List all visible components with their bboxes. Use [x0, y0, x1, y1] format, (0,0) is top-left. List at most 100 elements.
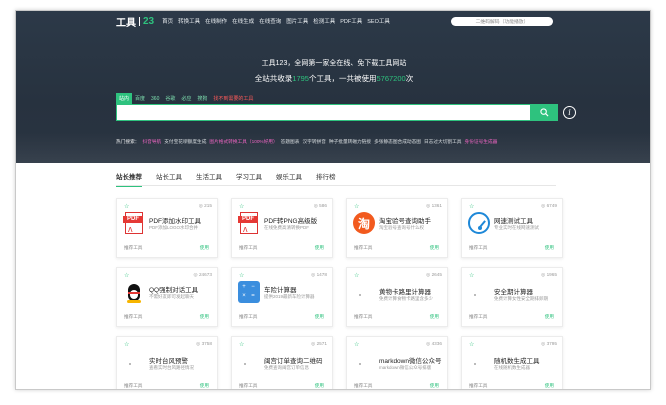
favorite-star-icon[interactable]: ☆: [354, 272, 359, 279]
logo-number: 23: [143, 15, 155, 27]
view-count-value: 1965: [546, 272, 557, 277]
use-button[interactable]: 使用: [315, 383, 324, 389]
use-button[interactable]: 使用: [430, 383, 439, 389]
tool-name[interactable]: 网速测试工具: [494, 215, 560, 225]
use-button[interactable]: 使用: [200, 314, 209, 320]
tool-card[interactable]: ☆ ◎ 3795 随机数生成工具 在线随机数生成器 推荐工具 使用: [461, 336, 563, 389]
nav-link-query[interactable]: 在线查询: [259, 17, 281, 25]
placeholder-icon: [474, 294, 476, 296]
favorite-star-icon[interactable]: ☆: [239, 341, 244, 348]
tool-card[interactable]: ☆ ◎ 6749 网速测试工具 专业实时在线网速测试 推荐工具 使用: [461, 198, 563, 258]
eye-icon: ◎: [193, 272, 198, 277]
tool-desc: 免费计算女性安全期排卵期: [494, 296, 548, 301]
tool-name[interactable]: QQ强制对话工具: [149, 284, 215, 294]
favorite-star-icon[interactable]: ☆: [469, 341, 474, 348]
tool-desc: 免费计算食物卡路里含多少: [379, 296, 433, 301]
hot-search-item[interactable]: 日志过大切割工具: [424, 139, 462, 145]
favorite-star-icon[interactable]: ☆: [239, 272, 244, 279]
view-count-value: 2645: [431, 272, 442, 277]
tool-card[interactable]: ☆ ◎ 3758 实时台风预警 查看实时台风路径情况 推荐工具 使用: [116, 336, 218, 389]
tool-foot: 推荐工具: [124, 314, 143, 319]
tool-name[interactable]: 实时台风预警: [149, 355, 215, 365]
nav-link-convert[interactable]: 转换工具: [178, 17, 200, 25]
use-button[interactable]: 使用: [545, 383, 554, 389]
info-icon[interactable]: i: [563, 106, 576, 119]
tool-name[interactable]: PDF添加水印工具: [149, 215, 215, 225]
favorite-star-icon[interactable]: ☆: [124, 203, 129, 210]
tool-name[interactable]: 安全期计算器: [494, 286, 560, 296]
main-search-input[interactable]: [116, 104, 546, 121]
nav-link-seo[interactable]: SEO工具: [367, 17, 390, 25]
hot-search-item[interactable]: 抖音导航: [142, 139, 161, 145]
tool-card[interactable]: ☆ ◎ 586 PDF ᴧ PDF转PNG高级版 在线免费高清转换PDF 推荐工具…: [231, 198, 333, 258]
tool-name[interactable]: markdown微信公众号: [379, 355, 445, 365]
search-tab-google[interactable]: 谷歌: [162, 93, 178, 104]
favorite-star-icon[interactable]: ☆: [469, 203, 474, 210]
tool-card[interactable]: ☆ ◎ 2571 闽宫订单查询二维码 免费查询闽宫订单信息 推荐工具 使用: [231, 336, 333, 389]
use-button[interactable]: 使用: [545, 314, 554, 320]
tool-desc: 在线免费高清转换PDF: [264, 225, 309, 230]
search-icon: [539, 108, 549, 117]
favorite-star-icon[interactable]: ☆: [469, 272, 474, 279]
use-button[interactable]: 使用: [430, 314, 439, 320]
search-tab-360[interactable]: 360: [148, 94, 162, 104]
search-tab-baidu[interactable]: 百度: [132, 93, 148, 104]
use-button[interactable]: 使用: [200, 245, 209, 251]
tool-name[interactable]: 闽宫订单查询二维码: [264, 355, 330, 365]
hot-search-item[interactable]: 多张静态图合成动态图: [374, 139, 421, 145]
search-tab-request[interactable]: 找不到需要的工具: [210, 93, 256, 104]
use-button[interactable]: 使用: [315, 314, 324, 320]
nav-link-home[interactable]: 首页: [162, 17, 173, 25]
tool-card[interactable]: ☆ ◎ 1478 + − × = 车险计算器 提供2019最新车险计算器 推荐工具 使…: [231, 267, 333, 327]
nav-link-make[interactable]: 在线制作: [205, 17, 227, 25]
hot-search-item[interactable]: 图片格式转换工具（100%好用）: [209, 139, 277, 145]
tool-desc: PDF添加LOGO水印合并: [149, 225, 199, 230]
category-divider: [116, 185, 556, 186]
placeholder-icon: [129, 363, 131, 365]
hot-search-item[interactable]: 答题图表: [281, 139, 300, 145]
view-count: ◎ 1478: [311, 272, 327, 278]
tool-foot: 推荐工具: [469, 314, 488, 319]
use-button[interactable]: 使用: [545, 245, 554, 251]
favorite-star-icon[interactable]: ☆: [354, 341, 359, 348]
hot-search-item[interactable]: 种子批量转磁力链接: [329, 139, 371, 145]
favorite-star-icon[interactable]: ☆: [124, 341, 129, 348]
tool-card[interactable]: ☆ ◎ 1965 安全期计算器 免费计算女性安全期排卵期 推荐工具 使用: [461, 267, 563, 327]
use-button[interactable]: 使用: [200, 383, 209, 389]
favorite-star-icon[interactable]: ☆: [354, 203, 359, 210]
tool-name[interactable]: PDF转PNG高级版: [264, 215, 330, 225]
hot-search-item[interactable]: 身份证号生成器: [465, 139, 498, 145]
nav-link-detect[interactable]: 检测工具: [313, 17, 335, 25]
favorite-star-icon[interactable]: ☆: [124, 272, 129, 279]
search-tab-site[interactable]: 站内: [116, 93, 133, 104]
nav-link-generate[interactable]: 在线生成: [232, 17, 254, 25]
favorite-star-icon[interactable]: ☆: [239, 203, 244, 210]
qq-penguin-icon: [123, 281, 145, 303]
top-search-input[interactable]: 二维码解码（功能播放）: [451, 17, 553, 26]
tool-desc: 查看实时台风路径情况: [149, 365, 194, 370]
tool-name[interactable]: 淘宝验号查询助手: [379, 215, 445, 225]
use-button[interactable]: 使用: [315, 245, 324, 251]
view-count: ◎ 3795: [541, 341, 557, 347]
tool-name[interactable]: 黄物卡路里计算器: [379, 286, 445, 296]
tool-card[interactable]: ☆ ◎ 215 PDF ᴧ PDF添加水印工具 PDF添加LOGO水印合并 推荐工…: [116, 198, 218, 258]
tool-card[interactable]: ☆ ◎ 4336 markdown微信公众号 markdown微信公众号排版 推…: [346, 336, 448, 389]
nav-link-image[interactable]: 图片工具: [286, 17, 308, 25]
tool-name[interactable]: 车险计算器: [264, 284, 330, 294]
view-count-value: 24673: [198, 272, 212, 277]
hot-search-item[interactable]: 汉字转拼音: [302, 139, 325, 145]
tool-card[interactable]: ☆ ◎ 1361 淘 淘宝验号查询助手 淘宝验号查询号什么权 推荐工具 使用: [346, 198, 448, 258]
search-tab-bing[interactable]: 必应: [178, 93, 194, 104]
nav-link-pdf[interactable]: PDF工具: [340, 17, 362, 25]
eye-icon: ◎: [426, 203, 431, 208]
use-button[interactable]: 使用: [430, 245, 439, 251]
tool-name[interactable]: 随机数生成工具: [494, 355, 560, 365]
search-tab-sogou[interactable]: 搜狗: [194, 93, 210, 104]
tool-card[interactable]: ☆ ◎ 24673 QQ强制对话工具 不需好友即可发起聊天 推荐工具 使用: [116, 267, 218, 327]
tool-card[interactable]: ☆ ◎ 2645 黄物卡路里计算器 免费计算食物卡路里含多少 推荐工具 使用: [346, 267, 448, 327]
hero-tagline: 工具123，全网第一家全在线、免下载工具网站: [261, 60, 407, 67]
hot-search-item[interactable]: 支付宝花呗额度生成: [164, 139, 206, 145]
site-logo[interactable]: 工具 23: [116, 14, 154, 29]
pdf-icon: PDF ᴧ: [238, 212, 260, 234]
search-button[interactable]: [530, 104, 558, 121]
